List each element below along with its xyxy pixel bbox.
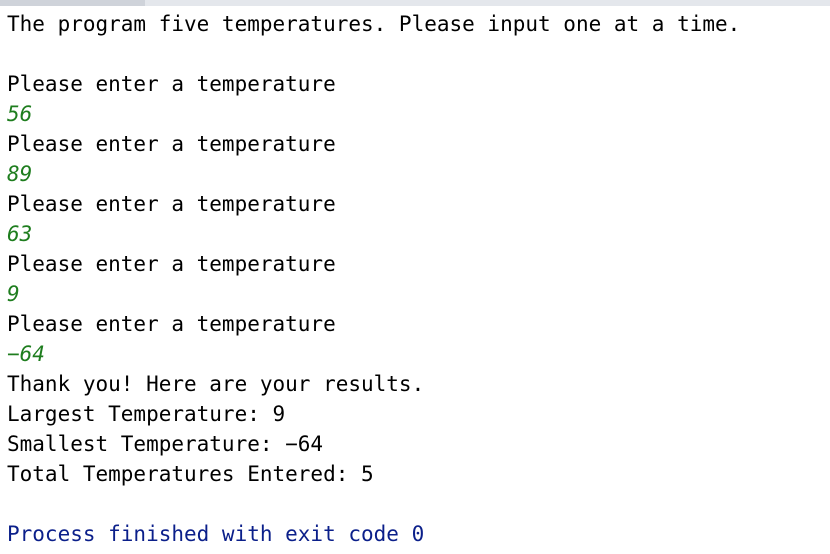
console-line-user-input-5: −64 — [7, 342, 45, 366]
console-line-user-input-4: 9 — [7, 282, 20, 306]
console-line-intro: The program five temperatures. Please in… — [7, 12, 741, 36]
console-line-prompt-3: Please enter a temperature — [7, 192, 336, 216]
console-line-blank — [7, 489, 827, 519]
run-console-output[interactable]: The program five temperatures. Please in… — [7, 9, 827, 549]
top-tab-strip — [0, 0, 830, 6]
tab-strip-background — [145, 0, 830, 6]
console-line-smallest: Smallest Temperature: −64 — [7, 432, 324, 456]
console-line-prompt-5: Please enter a temperature — [7, 312, 336, 336]
console-line-prompt-2: Please enter a temperature — [7, 132, 336, 156]
console-line-user-input-3: 63 — [7, 222, 33, 246]
console-line-thanks: Thank you! Here are your results. — [7, 372, 425, 396]
console-line-total: Total Temperatures Entered: 5 — [7, 462, 374, 486]
console-line-prompt-4: Please enter a temperature — [7, 252, 336, 276]
console-line-blank — [7, 39, 827, 69]
console-line-prompt-1: Please enter a temperature — [7, 72, 336, 96]
console-line-user-input-2: 89 — [7, 162, 33, 186]
console-line-process-finished: Process finished with exit code 0 — [7, 522, 425, 546]
console-line-largest: Largest Temperature: 9 — [7, 402, 286, 426]
console-line-user-input-1: 56 — [7, 102, 33, 126]
active-tab-strip — [0, 0, 145, 6]
